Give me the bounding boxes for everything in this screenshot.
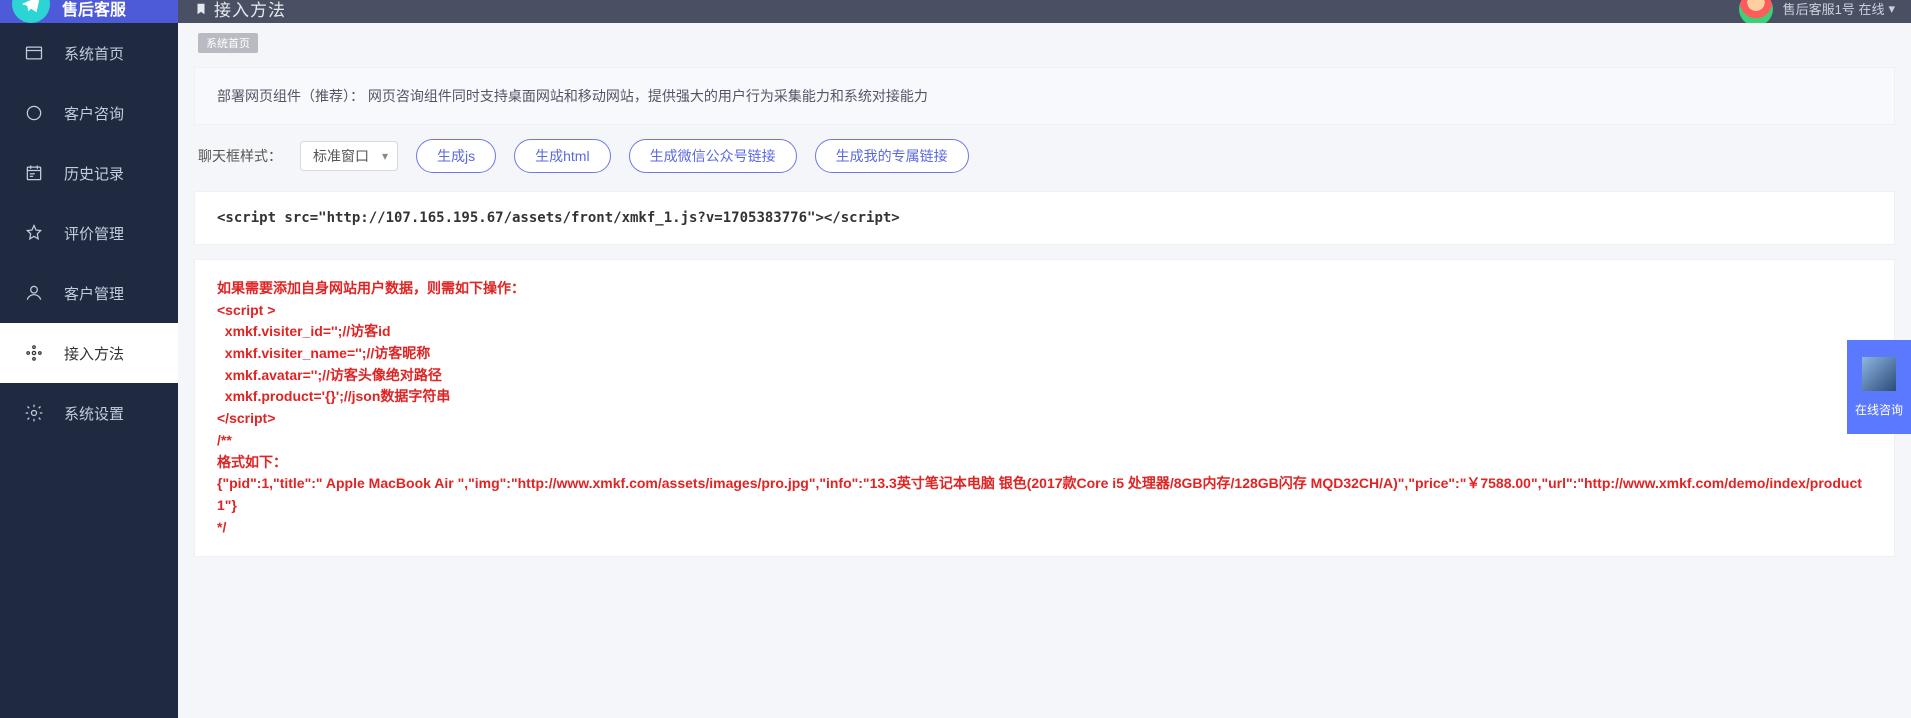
gear-icon [24, 403, 44, 423]
controls-label: 聊天框样式： [198, 146, 282, 166]
sidebar-item-label: 历史记录 [64, 163, 124, 184]
deploy-notice: 部署网页组件（推荐）： 网页咨询组件同时支持桌面网站和移动网站，提供强大的用户行… [194, 67, 1895, 125]
sidebar-item-settings[interactable]: 系统设置 [0, 383, 178, 443]
breadcrumb-item[interactable]: 系统首页 [198, 33, 258, 53]
sidebar-item-label: 系统首页 [64, 43, 124, 64]
page-title: 接入方法 [214, 0, 286, 21]
generate-js-button[interactable]: 生成js [416, 139, 496, 173]
window-icon [24, 43, 44, 63]
brand-area: 售后客服 [0, 0, 178, 23]
avatar [1739, 0, 1773, 23]
breadcrumb[interactable]: 系统首页 [198, 33, 1895, 53]
online-consult-widget[interactable]: 在线咨询 [1847, 340, 1911, 434]
star-icon [24, 223, 44, 243]
consult-label: 在线咨询 [1855, 401, 1903, 418]
sidebar-item-label: 客户管理 [64, 283, 124, 304]
script-snippet-block[interactable]: <script src="http://107.165.195.67/asset… [194, 191, 1895, 245]
sidebar: 售后客服 系统首页 客户咨询 历史记录 评价管理 客户管理 接入方法 系统设 [0, 0, 178, 718]
sidebar-item-history[interactable]: 历史记录 [0, 143, 178, 203]
bookmark-icon [194, 2, 208, 16]
sidebar-item-access[interactable]: 接入方法 [0, 323, 178, 383]
brand-title: 售后客服 [62, 0, 126, 20]
sidebar-item-consult[interactable]: 客户咨询 [0, 83, 178, 143]
generate-mylink-button[interactable]: 生成我的专属链接 [815, 139, 969, 173]
generate-wechat-button[interactable]: 生成微信公众号链接 [629, 139, 797, 173]
chat-style-select[interactable]: 标准窗口 [300, 141, 398, 171]
consult-thumb-icon [1862, 357, 1896, 391]
user-icon [24, 283, 44, 303]
sidebar-item-label: 接入方法 [64, 343, 124, 364]
sidebar-item-review[interactable]: 评价管理 [0, 203, 178, 263]
topbar: 接入方法 售后客服1号 在线 ▾ [178, 0, 1911, 23]
user-status-area[interactable]: 售后客服1号 在线 ▾ [1739, 0, 1895, 23]
brand-logo-icon [12, 0, 50, 23]
controls-row: 聊天框样式： 标准窗口 生成js 生成html 生成微信公众号链接 生成我的专属… [198, 139, 1895, 173]
circle-icon [24, 103, 44, 123]
generate-html-button[interactable]: 生成html [514, 139, 610, 173]
settings-alt-icon [24, 343, 44, 363]
chevron-down-icon: ▾ [1888, 1, 1895, 17]
sidebar-item-customer[interactable]: 客户管理 [0, 263, 178, 323]
sidebar-item-home[interactable]: 系统首页 [0, 23, 178, 83]
sidebar-item-label: 系统设置 [64, 403, 124, 424]
sidebar-item-label: 评价管理 [64, 223, 124, 244]
usage-note-block: 如果需要添加自身网站用户数据，则需如下操作： <script > xmkf.vi… [194, 259, 1895, 557]
sidebar-item-label: 客户咨询 [64, 103, 124, 124]
user-status-text: 售后客服1号 在线 [1783, 0, 1885, 18]
calendar-icon [24, 163, 44, 183]
